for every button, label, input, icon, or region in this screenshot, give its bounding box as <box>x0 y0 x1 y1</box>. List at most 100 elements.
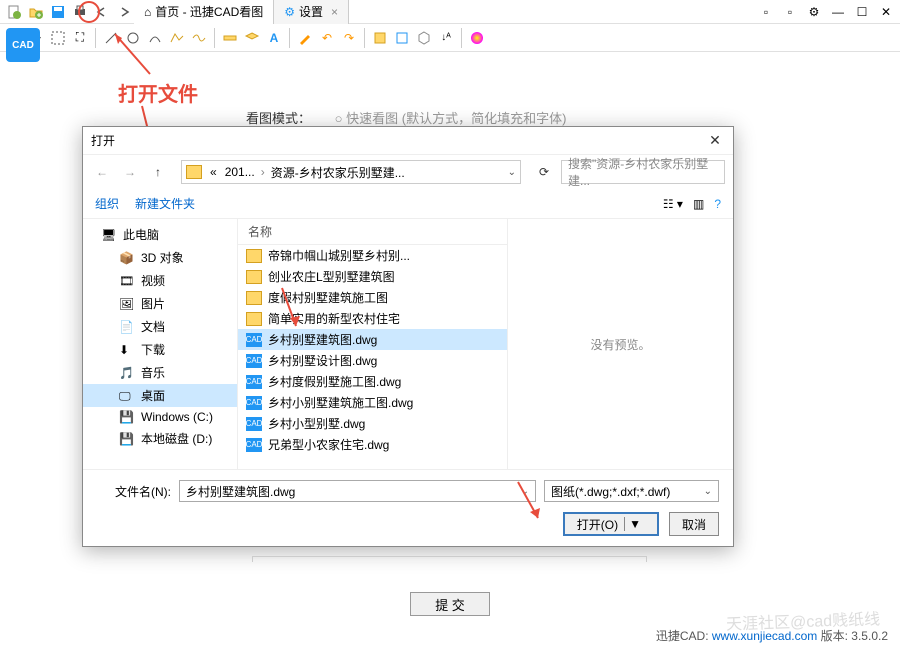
3d-icon[interactable] <box>414 28 434 48</box>
cad-file-icon: CAD <box>246 375 262 389</box>
tab-close-icon[interactable]: × <box>331 5 338 19</box>
tab-home[interactable]: ⌂ 首页 - 迅捷CAD看图 <box>134 0 274 24</box>
redo-icon[interactable] <box>114 2 134 22</box>
tree-item[interactable]: ⬇下载 <box>83 338 237 361</box>
file-item[interactable]: 帝锦巾帼山城别墅乡村别... <box>238 245 507 266</box>
export-icon[interactable] <box>392 28 412 48</box>
text-icon[interactable]: A <box>264 28 284 48</box>
tree-item[interactable]: 🖥此电脑 <box>83 223 237 246</box>
filename-value: 乡村别墅建筑图.dwg <box>186 483 295 500</box>
breadcrumb-bar[interactable]: « 201... › 资源-乡村农家乐别墅建... ⌄ <box>181 160 521 184</box>
arc-icon[interactable] <box>145 28 165 48</box>
file-item[interactable]: 创业农庄L型别墅建筑图 <box>238 266 507 287</box>
minimize-icon[interactable]: — <box>828 2 848 22</box>
tree-item[interactable]: 💾本地磁盘 (D:) <box>83 427 237 450</box>
file-name: 创业农庄L型别墅建筑图 <box>268 268 395 285</box>
organize-menu[interactable]: 组织 <box>95 195 119 212</box>
open-button[interactable]: 打开(O) ▼ <box>563 512 659 536</box>
crumb-item[interactable]: 资源-乡村农家乐别墅建... <box>267 164 409 181</box>
line-icon[interactable] <box>101 28 121 48</box>
chevron-down-icon[interactable]: ⌄ <box>704 486 712 497</box>
print-icon[interactable] <box>70 2 90 22</box>
redo-tool-icon[interactable]: ↷ <box>339 28 359 48</box>
tree-item[interactable]: 💾Windows (C:) <box>83 407 237 427</box>
file-item[interactable]: CAD兄弟型小农家住宅.dwg <box>238 434 507 455</box>
file-item[interactable]: 简单实用的新型农村住宅 <box>238 308 507 329</box>
filename-input[interactable]: 乡村别墅建筑图.dwg ⌄ <box>179 480 536 502</box>
column-header-name[interactable]: 名称 <box>238 219 507 245</box>
search-input[interactable]: 搜索"资源-乡村农家乐别墅建... <box>561 160 725 184</box>
tree-item[interactable]: 🖵桌面 <box>83 384 237 407</box>
view-mode-option[interactable]: 快速看图 (默认方式，简化填充和字体) <box>346 111 566 126</box>
file-item[interactable]: CAD乡村别墅建筑图.dwg <box>238 329 507 350</box>
tree-item[interactable]: 🎞视频 <box>83 269 237 292</box>
file-item[interactable]: CAD乡村小型别墅.dwg <box>238 413 507 434</box>
crumb-prefix[interactable]: « <box>206 165 221 179</box>
refresh-icon[interactable]: ⟳ <box>533 161 555 183</box>
tree-item[interactable]: 🎵音乐 <box>83 361 237 384</box>
radio-icon[interactable]: ○ <box>335 111 343 126</box>
save-icon[interactable] <box>48 2 68 22</box>
folder-icon <box>186 165 202 179</box>
view-options-icon[interactable]: ☷ ▾ <box>663 197 683 211</box>
circle-icon[interactable] <box>123 28 143 48</box>
tree-item[interactable]: 📄文档 <box>83 315 237 338</box>
tree-item-label: 视频 <box>141 272 165 289</box>
pc-icon: 🖥 <box>101 228 117 242</box>
footer-link[interactable]: www.xunjiecad.com <box>712 629 817 643</box>
crumb-item[interactable]: 201... <box>221 165 259 179</box>
folder-icon <box>246 291 262 305</box>
filename-label: 文件名(N): <box>97 483 171 500</box>
dialog-close-icon[interactable]: ✕ <box>705 132 725 149</box>
nav-up-icon[interactable]: ↑ <box>147 161 169 183</box>
preview-pane-icon[interactable]: ▥ <box>693 197 704 211</box>
drive-icon: 💾 <box>119 432 135 446</box>
fullscreen-icon[interactable]: ⛶ <box>70 28 90 48</box>
new-folder-button[interactable]: 新建文件夹 <box>135 195 195 212</box>
tab-settings[interactable]: ⚙ 设置 × <box>274 0 349 24</box>
open-file-icon[interactable] <box>26 2 46 22</box>
zoom-extents-icon[interactable] <box>48 28 68 48</box>
polyline-icon[interactable] <box>167 28 187 48</box>
chevron-right-icon: › <box>259 165 267 179</box>
undo-icon[interactable] <box>92 2 112 22</box>
maximize-icon[interactable]: ☐ <box>852 2 872 22</box>
block-icon[interactable] <box>370 28 390 48</box>
file-item[interactable]: CAD乡村别墅设计图.dwg <box>238 350 507 371</box>
file-item[interactable]: 度假村别墅建筑施工图 <box>238 287 507 308</box>
settings-icon[interactable]: ⚙ <box>804 2 824 22</box>
spline-icon[interactable] <box>189 28 209 48</box>
view-mode-row: 看图模式： ○ 快速看图 (默认方式，简化填充和字体) <box>246 108 566 127</box>
footer-app: 迅捷CAD: <box>656 629 709 643</box>
sort-icon[interactable]: ↓ᴬ <box>436 28 456 48</box>
toolbar: ✥ ⛶ A ↶ ↷ ↓ᴬ <box>0 24 900 52</box>
file-name: 兄弟型小农家住宅.dwg <box>268 436 389 453</box>
window-icon-1[interactable]: ▫ <box>756 2 776 22</box>
new-file-icon[interactable] <box>4 2 24 22</box>
color-wheel-icon[interactable] <box>467 28 487 48</box>
file-item[interactable]: CAD乡村度假别墅施工图.dwg <box>238 371 507 392</box>
file-item[interactable]: CAD乡村小别墅建筑施工图.dwg <box>238 392 507 413</box>
tree-item[interactable]: 🖼图片 <box>83 292 237 315</box>
layers-icon[interactable] <box>242 28 262 48</box>
close-icon[interactable]: ✕ <box>876 2 896 22</box>
nav-back-icon[interactable]: ← <box>91 161 113 183</box>
filetype-select[interactable]: 图纸(*.dwg;*.dxf;*.dwf) ⌄ <box>544 480 719 502</box>
footer: 迅捷CAD: www.xunjiecad.com 版本: 3.5.0.2 <box>656 627 888 644</box>
split-chevron-icon[interactable]: ▼ <box>624 517 645 531</box>
cad-file-icon: CAD <box>246 396 262 410</box>
highlight-icon[interactable] <box>295 28 315 48</box>
window-icon-2[interactable]: ▫ <box>780 2 800 22</box>
annotation-text: 打开文件 <box>118 78 198 107</box>
doc-icon: 📄 <box>119 320 135 334</box>
measure-icon[interactable] <box>220 28 240 48</box>
chevron-down-icon[interactable]: ⌄ <box>508 167 516 178</box>
help-icon[interactable]: ? <box>714 197 721 211</box>
undo-tool-icon[interactable]: ↶ <box>317 28 337 48</box>
tree-item[interactable]: 📦3D 对象 <box>83 246 237 269</box>
folder-tree[interactable]: 🖥此电脑📦3D 对象🎞视频🖼图片📄文档⬇下载🎵音乐🖵桌面💾Windows (C:… <box>83 219 238 469</box>
cancel-button[interactable]: 取消 <box>669 512 719 536</box>
file-list[interactable]: 名称 帝锦巾帼山城别墅乡村别... 创业农庄L型别墅建筑图度假村别墅建筑施工图简单… <box>238 219 508 469</box>
chevron-down-icon[interactable]: ⌄ <box>521 486 529 497</box>
submit-button[interactable]: 提 交 <box>410 592 490 616</box>
